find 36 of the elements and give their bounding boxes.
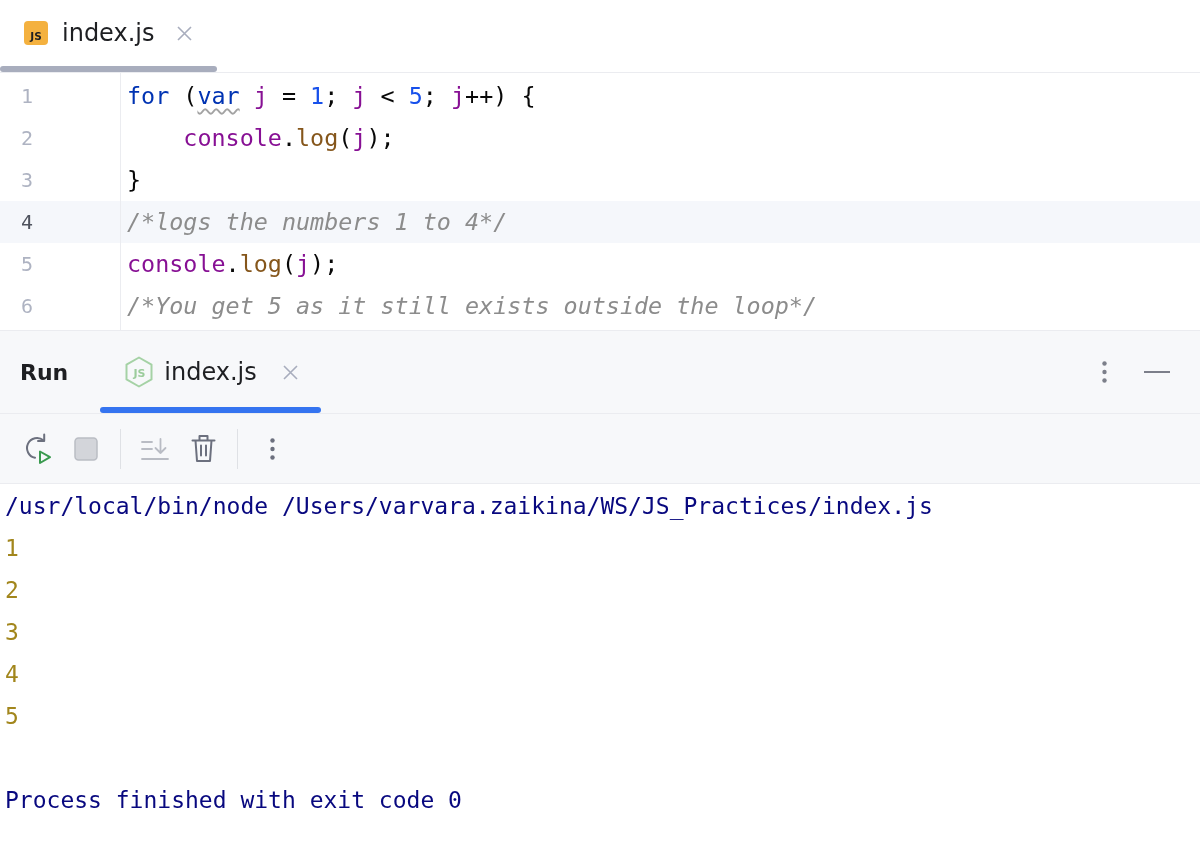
close-icon — [177, 25, 193, 41]
rerun-button[interactable] — [24, 431, 52, 466]
line-number: 3 — [21, 168, 34, 192]
minimize-icon — [1144, 371, 1170, 373]
more-icon — [269, 437, 275, 460]
more-icon — [1101, 361, 1107, 383]
code-line: console.log(j); — [182, 124, 395, 152]
code-line: for (var j = 1; j < 5; j++) { — [127, 82, 536, 110]
code-line: /*You get 5 as it still exists outside the loop*/ — [127, 292, 818, 320]
line-number: 6 — [21, 294, 34, 318]
line-number: 4 — [21, 210, 34, 234]
console-line: 1 — [5, 535, 19, 561]
code-line: console.log(j); — [127, 250, 339, 278]
hexagon-js-icon: JS — [125, 356, 154, 388]
console-line: Process finished with exit code 0 — [5, 787, 462, 813]
editor-tab[interactable]: JS index.js — [24, 19, 155, 47]
console-line: /usr/local/bin/node /Users/varvara.zaikina/WS/JS_Practices/index.js — [5, 493, 933, 519]
line-number: 1 — [21, 84, 34, 108]
lines-down-arrow-icon — [141, 436, 169, 461]
refresh-play-icon — [24, 432, 52, 465]
run-tab[interactable]: JS index.js — [125, 356, 257, 388]
js-file-icon: JS — [24, 21, 48, 45]
console-line: 3 — [5, 619, 19, 645]
trash-icon — [190, 434, 216, 463]
line-number: 5 — [21, 252, 34, 276]
close-icon — [282, 364, 298, 380]
close-button[interactable] — [282, 364, 298, 380]
code-line: /*logs the numbers 1 to 4*/ — [127, 208, 508, 236]
console-line: 4 — [5, 661, 19, 687]
stop-icon — [74, 436, 98, 461]
close-button[interactable] — [177, 25, 193, 41]
console-line: 2 — [5, 577, 19, 603]
tool-window-title: Run — [20, 359, 69, 385]
code-line: } — [127, 166, 142, 194]
line-number: 2 — [21, 126, 34, 150]
console-line: 5 — [5, 703, 19, 729]
